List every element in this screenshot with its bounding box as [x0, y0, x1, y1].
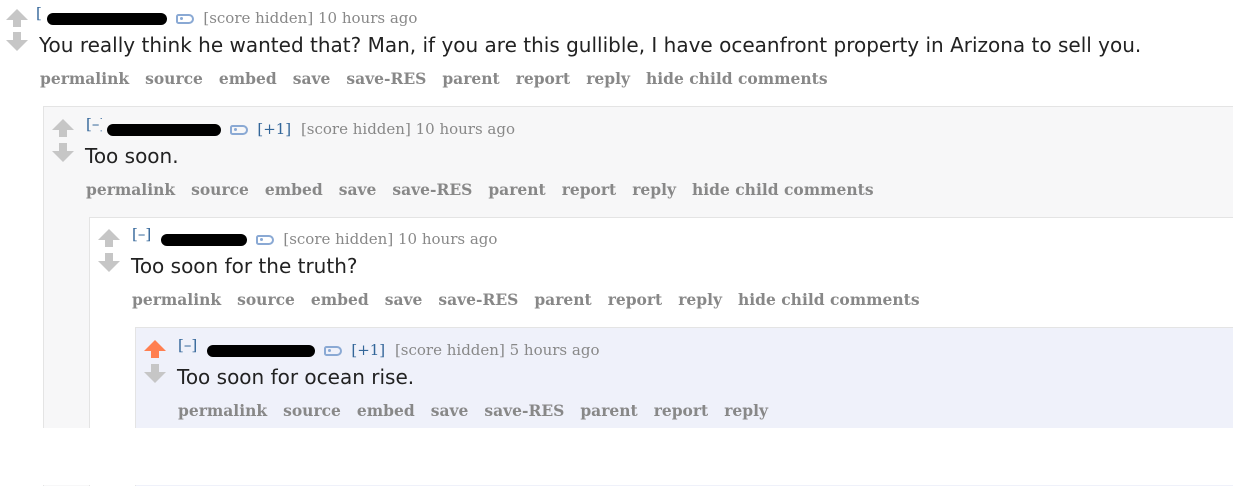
timestamp: 10 hours ago	[397, 230, 498, 248]
upvote-arrow-icon[interactable]	[6, 9, 28, 27]
comment-actions: permalink source embed save save-RES parent re…	[86, 180, 890, 200]
tag-icon[interactable]	[175, 14, 194, 24]
comment-tagline: [–] [+1] [score hidden] 5 hours ago	[178, 335, 599, 359]
report-button[interactable]: report	[608, 290, 663, 309]
comment-tagline: [–] [score hidden] 10 hours ago	[132, 224, 497, 248]
reply-button[interactable]: reply	[724, 401, 768, 420]
redacted-username	[160, 234, 247, 246]
report-button[interactable]: report	[562, 180, 617, 199]
reply-button[interactable]: reply	[586, 69, 630, 88]
comment-body: Too soon for ocean rise.	[177, 365, 415, 389]
downvote-arrow-icon[interactable]	[6, 32, 28, 51]
permalink-button[interactable]: permalink	[86, 180, 175, 199]
embed-button[interactable]: embed	[311, 290, 369, 309]
parent-button[interactable]: parent	[534, 290, 591, 309]
score-hidden: [score hidden]	[283, 230, 394, 248]
score-hidden: [score hidden]	[203, 9, 314, 27]
save-res-button[interactable]: save-RES	[392, 180, 472, 199]
source-button[interactable]: source	[283, 401, 341, 420]
embed-button[interactable]: embed	[265, 180, 323, 199]
bottom-whitespace	[0, 428, 1233, 485]
comment-body: You really think he wanted that? Man, if…	[39, 33, 1142, 57]
permalink-button[interactable]: permalink	[40, 69, 129, 88]
parent-button[interactable]: parent	[488, 180, 545, 199]
tag-icon[interactable]	[229, 125, 248, 135]
comment-tagline: [–] [score hidden] 10 hours ago	[36, 3, 417, 27]
permalink-button[interactable]: permalink	[132, 290, 221, 309]
parent-button[interactable]: parent	[580, 401, 637, 420]
collapse-toggle[interactable]: [–]	[132, 224, 156, 244]
hide-child-comments-button[interactable]: hide child comments	[738, 290, 920, 309]
hide-child-comments-button[interactable]: hide child comments	[692, 180, 874, 199]
score-plus: [+1]	[257, 120, 292, 138]
embed-button[interactable]: embed	[357, 401, 415, 420]
collapse-toggle[interactable]: [–]	[86, 114, 102, 134]
save-button[interactable]: save	[339, 180, 377, 199]
source-button[interactable]: source	[145, 69, 203, 88]
downvote-arrow-icon[interactable]	[144, 364, 166, 383]
collapse-toggle[interactable]: [–]	[178, 335, 202, 355]
reply-button[interactable]: reply	[632, 180, 676, 199]
comment-body: Too soon.	[85, 144, 179, 168]
report-button[interactable]: report	[516, 69, 571, 88]
report-button[interactable]: report	[654, 401, 709, 420]
tag-icon[interactable]	[255, 235, 274, 245]
timestamp: 5 hours ago	[509, 341, 600, 359]
downvote-arrow-icon[interactable]	[98, 253, 120, 272]
timestamp: 10 hours ago	[317, 9, 418, 27]
downvote-arrow-icon[interactable]	[52, 143, 74, 162]
save-button[interactable]: save	[385, 290, 423, 309]
parent-button[interactable]: parent	[442, 69, 499, 88]
save-button[interactable]: save	[431, 401, 469, 420]
save-res-button[interactable]: save-RES	[484, 401, 564, 420]
tag-icon[interactable]	[323, 346, 342, 356]
score-hidden: [score hidden]	[394, 341, 505, 359]
hide-child-comments-button[interactable]: hide child comments	[646, 69, 828, 88]
source-button[interactable]: source	[237, 290, 295, 309]
upvote-arrow-icon[interactable]	[144, 340, 166, 358]
comment-actions: permalink source embed save save-RES parent re…	[132, 290, 936, 310]
timestamp: 10 hours ago	[415, 120, 516, 138]
save-button[interactable]: save	[293, 69, 331, 88]
collapse-toggle[interactable]: [–]	[36, 3, 42, 23]
comment-body: Too soon for the truth?	[131, 254, 358, 278]
comment-tagline: [–] [+1] [score hidden] 10 hours ago	[86, 114, 515, 138]
redacted-username	[106, 124, 221, 136]
reply-button[interactable]: reply	[678, 290, 722, 309]
save-res-button[interactable]: save-RES	[438, 290, 518, 309]
upvote-arrow-icon[interactable]	[98, 229, 120, 247]
comment-actions: permalink source embed save save-RES parent re…	[178, 401, 784, 421]
permalink-button[interactable]: permalink	[178, 401, 267, 420]
score-hidden: [score hidden]	[300, 120, 411, 138]
comment-actions: permalink source embed save save-RES parent re…	[40, 69, 844, 89]
source-button[interactable]: source	[191, 180, 249, 199]
upvote-arrow-icon[interactable]	[52, 119, 74, 137]
redacted-username	[206, 345, 315, 357]
score-plus: [+1]	[351, 341, 386, 359]
redacted-username	[46, 13, 167, 25]
save-res-button[interactable]: save-RES	[346, 69, 426, 88]
embed-button[interactable]: embed	[219, 69, 277, 88]
